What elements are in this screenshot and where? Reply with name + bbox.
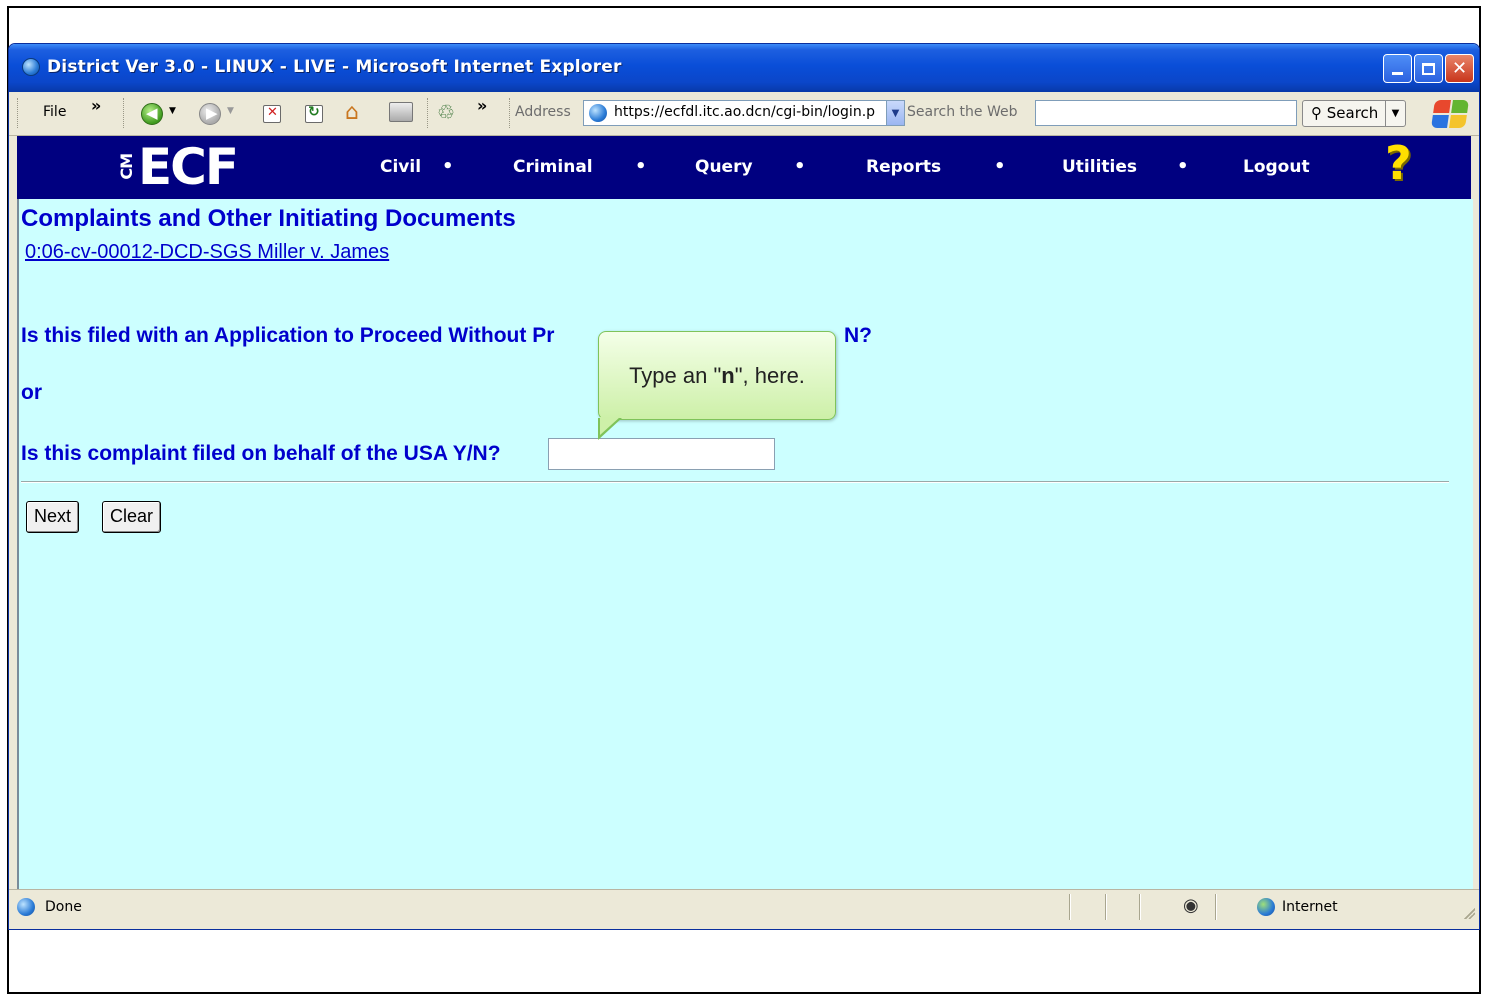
nav-reports[interactable]: Reports (866, 157, 941, 177)
usa-yn-input[interactable] (548, 438, 775, 470)
callout-tail-inner (600, 417, 620, 435)
status-text: Done (45, 899, 82, 915)
more-chevron-icon[interactable]: » (477, 96, 487, 115)
resize-grip-icon[interactable] (1461, 905, 1475, 919)
toolbar-separator (427, 98, 430, 128)
callout-suffix: ", here. (734, 362, 805, 388)
nav-logout[interactable]: Logout (1243, 157, 1310, 177)
title-bar: District Ver 3.0 - LINUX - LIVE - Micros… (9, 44, 1479, 92)
toolbar-separator (509, 98, 512, 128)
address-input[interactable]: https://ecfdl.itc.ao.dcn/cgi-bin/login.p… (583, 100, 905, 126)
ifp-question-end: N? (844, 324, 872, 347)
zone-text: Internet (1282, 899, 1338, 915)
toolbar-grip (17, 98, 20, 128)
browser-toolbar: File » ◀ ▼ ▶ ▼ ✕ ↻ ⌂ ♲ » Address https:/… (9, 92, 1479, 136)
search-web-label: Search the Web (907, 104, 1018, 120)
menu-chevron-icon[interactable]: » (91, 96, 101, 115)
nav-separator: • (794, 156, 806, 177)
back-dropdown-icon[interactable]: ▼ (169, 106, 176, 116)
ie-icon (22, 58, 40, 76)
nav-separator: • (442, 156, 454, 177)
nav-query[interactable]: Query (695, 157, 753, 177)
search-dropdown-icon[interactable]: ▼ (1385, 101, 1405, 126)
media-icon[interactable]: ♲ (437, 100, 455, 124)
search-web-input[interactable] (1035, 100, 1297, 126)
logo-ecf: ECF (138, 138, 239, 196)
home-icon[interactable]: ⌂ (345, 100, 359, 125)
instruction-callout: Type an "n", here. (598, 331, 836, 420)
help-icon[interactable]: ? (1385, 140, 1431, 194)
logo-cm: CM (117, 154, 136, 180)
status-bar: Done ◉ Internet (9, 889, 1479, 923)
nav-separator: • (994, 156, 1006, 177)
search-button[interactable]: ⚲ Search ▼ (1302, 100, 1406, 127)
nav-separator: • (1177, 156, 1189, 177)
ecf-logo: CM ECF (117, 138, 239, 196)
browser-window: District Ver 3.0 - LINUX - LIVE - Micros… (8, 43, 1480, 930)
page-done-icon (17, 898, 35, 916)
callout-bold: n (721, 362, 735, 388)
back-icon[interactable]: ◀ (141, 103, 163, 125)
ecf-nav-bar: CM ECF Civil • Criminal • Query • Report… (17, 136, 1471, 199)
refresh-icon[interactable]: ↻ (305, 104, 323, 123)
page-content: Complaints and Other Initiating Document… (17, 199, 1473, 889)
case-link[interactable]: 0:06-cv-00012-DCD-SGS Miller v. James (25, 241, 389, 264)
minimize-icon (1392, 72, 1403, 75)
address-value: https://ecfdl.itc.ao.dcn/cgi-bin/login.p (614, 104, 876, 120)
search-button-label: Search (1326, 104, 1379, 122)
close-button[interactable]: ✕ (1445, 54, 1474, 83)
callout-prefix: Type an " (629, 362, 722, 388)
status-divider (1139, 894, 1141, 920)
page-icon (589, 104, 607, 122)
or-text: or (21, 381, 42, 404)
windows-logo-icon (1431, 100, 1469, 128)
internet-zone-icon (1257, 898, 1275, 916)
ifp-question-start: Is this filed with an Application to Pro… (21, 324, 555, 347)
toolbar-separator (123, 98, 126, 128)
print-icon[interactable] (389, 102, 413, 122)
clear-button[interactable]: Clear (102, 501, 162, 533)
address-label: Address (515, 104, 571, 120)
nav-criminal[interactable]: Criminal (513, 157, 593, 177)
minimize-button[interactable] (1383, 54, 1412, 83)
close-icon: ✕ (1451, 57, 1468, 79)
status-divider (1069, 894, 1071, 920)
forward-icon[interactable]: ▶ (199, 103, 221, 125)
address-dropdown-icon[interactable]: ▼ (886, 101, 904, 125)
search-icon: ⚲ (1311, 104, 1322, 122)
forward-dropdown-icon[interactable]: ▼ (227, 106, 234, 116)
stop-icon[interactable]: ✕ (263, 105, 281, 123)
usa-question: Is this complaint filed on behalf of the… (21, 442, 501, 465)
next-button[interactable]: Next (26, 501, 80, 533)
nav-separator: • (635, 156, 647, 177)
file-menu[interactable]: File (43, 104, 66, 120)
nav-civil[interactable]: Civil (380, 157, 421, 177)
page-title: Complaints and Other Initiating Document… (21, 205, 516, 232)
status-divider (1215, 894, 1217, 920)
nav-utilities[interactable]: Utilities (1062, 157, 1137, 177)
window-title: District Ver 3.0 - LINUX - LIVE - Micros… (47, 57, 622, 77)
popup-blocked-icon[interactable]: ◉ (1183, 895, 1199, 916)
status-divider (1105, 894, 1107, 920)
maximize-icon (1422, 62, 1435, 75)
maximize-button[interactable] (1414, 54, 1443, 83)
divider (21, 481, 1449, 483)
